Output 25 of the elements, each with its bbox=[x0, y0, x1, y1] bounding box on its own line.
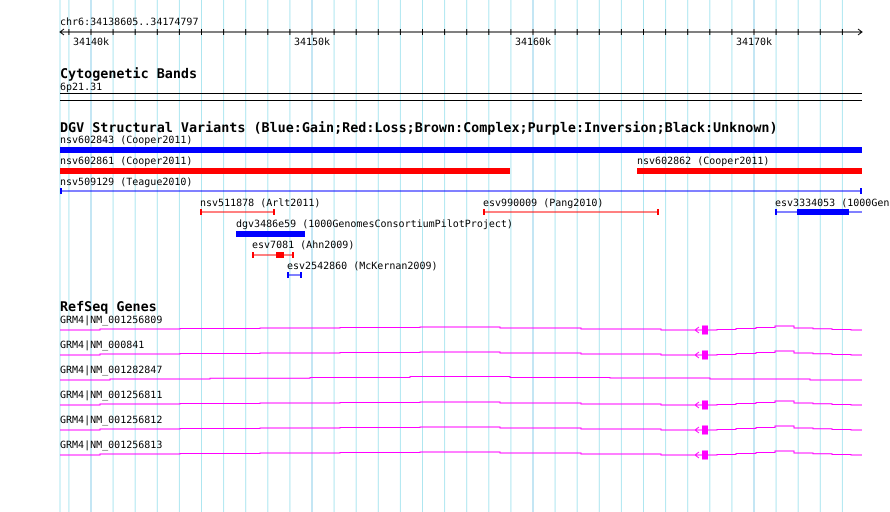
variant-label: nsv602861 (Cooper2011) bbox=[60, 156, 192, 167]
variant-label: nsv602862 (Cooper2011) bbox=[637, 156, 770, 167]
ruler-label: 34160k bbox=[514, 37, 552, 48]
variant-label: nsv511878 (Arlt2011) bbox=[200, 198, 320, 209]
band-label: 6p21.31 bbox=[60, 82, 102, 93]
variant-label: esv3334053 (1000Gen bbox=[775, 198, 890, 209]
variant-label: nsv509129 (Teague2010) bbox=[60, 177, 192, 188]
variant-label: dgv3486e59 (1000GenomesConsortiumPilotProject) bbox=[236, 219, 513, 230]
transcript-label: GRM4|NM_001256811 bbox=[60, 390, 162, 401]
track-title: RefSeq Genes bbox=[60, 300, 157, 315]
track-title: DGV Structural Variants (Blue:Gain;Red:Loss;Brown:Complex;Purple:Inversion;Black:Unknown) bbox=[60, 121, 778, 136]
variant-label: esv990009 (Pang2010) bbox=[483, 198, 604, 209]
transcript-label: GRM4|NM_001282847 bbox=[60, 365, 162, 376]
transcript-label: GRM4|NM_001256812 bbox=[60, 415, 162, 426]
transcript-label: GRM4|NM_001256809 bbox=[60, 315, 162, 326]
variant-label: esv2542860 (McKernan2009) bbox=[287, 261, 438, 272]
transcript-label: GRM4|NM_000841 bbox=[60, 340, 144, 351]
ruler-label: 34140k bbox=[72, 37, 110, 48]
transcript-label: GRM4|NM_001256813 bbox=[60, 440, 162, 451]
ruler-label: 34150k bbox=[294, 37, 330, 48]
variant-label: nsv602843 (Cooper2011) bbox=[60, 135, 192, 146]
track-title: Cytogenetic Bands bbox=[60, 67, 198, 82]
ruler-label: 34170k bbox=[736, 37, 772, 48]
variant-label: esv7081 (Ahn2009) bbox=[252, 240, 354, 251]
location-label: chr6:34138605..34174797 bbox=[60, 17, 198, 28]
